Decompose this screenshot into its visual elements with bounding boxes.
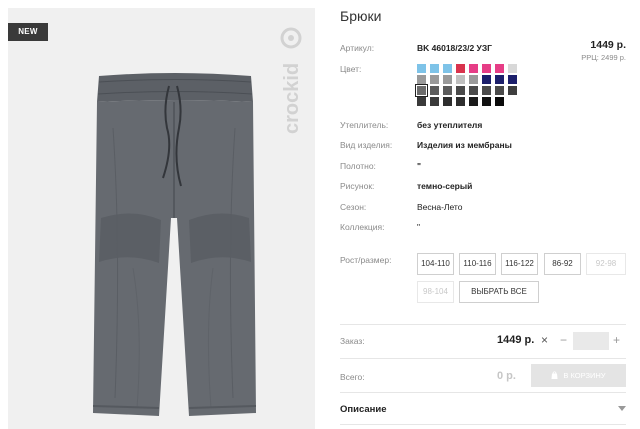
divider (340, 424, 626, 425)
divider (340, 324, 626, 325)
order-price: 1449 р. (497, 334, 535, 346)
size-label: Рост/размер: (340, 255, 392, 265)
color-swatch[interactable] (508, 86, 517, 95)
add-to-cart-label: В КОРЗИНУ (563, 371, 606, 380)
color-swatch[interactable] (443, 64, 452, 73)
shopping-bag-icon (551, 371, 558, 379)
property-label: Рисунок: (340, 181, 375, 191)
multiply-sign: × (541, 333, 549, 347)
select-all-sizes-button[interactable]: ВЫБРАТЬ ВСЕ (459, 281, 539, 303)
total-value: 0 р. (497, 370, 516, 382)
color-swatch[interactable] (495, 97, 504, 106)
color-swatch[interactable] (456, 75, 465, 84)
color-swatch[interactable] (482, 86, 491, 95)
chevron-down-icon[interactable] (618, 406, 626, 412)
color-swatch[interactable] (415, 84, 428, 97)
size-option-104-110[interactable]: 104-110 (417, 253, 454, 275)
color-swatch[interactable] (443, 97, 452, 106)
brand-name: crockid (281, 63, 303, 134)
quantity-decrease-button[interactable]: − (560, 333, 567, 347)
property-value: без утеплителя (417, 120, 483, 130)
color-swatch[interactable] (495, 75, 504, 84)
color-swatch[interactable] (443, 75, 452, 84)
property-label: Утеплитель: (340, 120, 389, 130)
total-label: Всего: (340, 372, 365, 382)
size-option-86-92[interactable]: 86-92 (544, 253, 581, 275)
property-value: Весна-Лето (417, 202, 463, 212)
property-value: " (417, 161, 422, 171)
color-swatch[interactable] (417, 97, 426, 106)
color-swatch[interactable] (430, 64, 439, 73)
property-value: темно-серый (417, 181, 473, 191)
product-price: 1449 р. (590, 39, 626, 51)
property-value: Изделия из мембраны (417, 140, 512, 150)
color-swatch[interactable] (482, 97, 491, 106)
property-label: Вид изделия: (340, 140, 393, 150)
description-toggle[interactable]: Описание (340, 404, 387, 415)
color-swatch[interactable] (417, 64, 426, 73)
add-to-cart-button[interactable]: В КОРЗИНУ (531, 364, 626, 387)
color-label: Цвет: (340, 64, 362, 74)
brand-logo: crockid (280, 27, 303, 134)
quantity-increase-button[interactable]: + (613, 333, 620, 347)
product-photo-pants (93, 73, 256, 416)
property-label: Сезон: (340, 202, 367, 212)
article-label: Артикул: (340, 43, 375, 53)
new-badge: NEW (8, 23, 48, 41)
size-option-110-116[interactable]: 110-116 (459, 253, 496, 275)
size-option-116-122[interactable]: 116-122 (501, 253, 538, 275)
size-option-92-98: 92-98 (586, 253, 626, 275)
color-swatch[interactable] (417, 75, 426, 84)
color-swatch[interactable] (430, 97, 439, 106)
color-swatch[interactable] (508, 64, 517, 73)
color-swatch[interactable] (456, 86, 465, 95)
color-swatch[interactable] (430, 75, 439, 84)
product-image-panel[interactable]: NEW crockid (8, 8, 315, 429)
property-label: Полотно: (340, 161, 376, 171)
product-title: Брюки (340, 8, 382, 24)
color-swatch[interactable] (469, 86, 478, 95)
color-swatch[interactable] (495, 86, 504, 95)
color-swatch[interactable] (508, 75, 517, 84)
size-option-98-104: 98-104 (417, 281, 454, 303)
divider (340, 358, 626, 359)
color-swatch[interactable] (456, 97, 465, 106)
color-swatch[interactable] (469, 97, 478, 106)
quantity-input[interactable] (573, 332, 609, 350)
color-swatch[interactable] (430, 86, 439, 95)
color-swatch[interactable] (469, 64, 478, 73)
article-value: BK 46018/23/2 УЗГ (417, 43, 492, 53)
color-swatch[interactable] (482, 64, 491, 73)
order-label: Заказ: (340, 336, 365, 346)
color-swatch[interactable] (443, 86, 452, 95)
product-details: Брюки Артикул: BK 46018/23/2 УЗГ 1449 р.… (340, 0, 640, 429)
color-swatch[interactable] (482, 75, 491, 84)
color-swatch[interactable] (495, 64, 504, 73)
rrc-price: РРЦ: 2499 р. (581, 53, 626, 62)
property-value: " (417, 222, 421, 232)
color-swatch[interactable] (469, 75, 478, 84)
property-label: Коллекция: (340, 222, 385, 232)
divider (340, 392, 626, 393)
color-swatch[interactable] (456, 64, 465, 73)
